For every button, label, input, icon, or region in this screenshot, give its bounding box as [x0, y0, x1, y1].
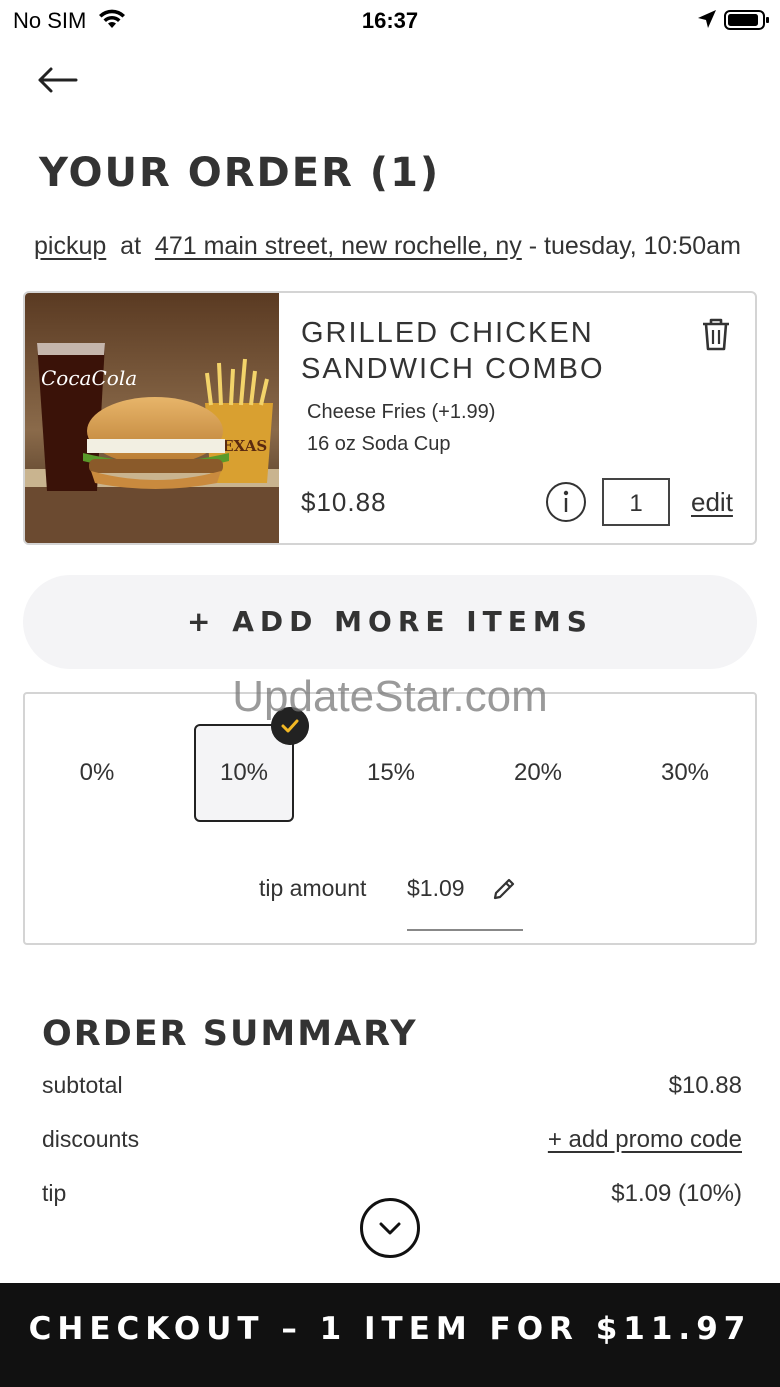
svg-text:CocaCola: CocaCola	[41, 366, 137, 390]
item-name: GRILLED CHICKEN SANDWICH COMBO	[301, 317, 605, 385]
subtotal-value: $10.88	[668, 1072, 742, 1099]
pickup-address-link[interactable]: 471 main street, new rochelle, ny	[155, 232, 522, 260]
discounts-label: discounts	[42, 1126, 140, 1152]
cart-item-card: CocaCola TEXAS GRILLED CHICKEN SANDWICH …	[23, 291, 757, 545]
tip-amount-underline	[407, 929, 523, 931]
clock: 16:37	[361, 8, 419, 33]
tip-option-20[interactable]: 20%	[488, 724, 588, 822]
pickup-info: pickup at 471 main street, new rochelle,…	[34, 232, 741, 261]
tip-label: tip	[42, 1180, 67, 1206]
subtotal-label: subtotal	[42, 1072, 123, 1098]
back-button[interactable]	[34, 62, 80, 98]
location-arrow-icon	[698, 10, 716, 28]
status-bar: No SIM 16:37	[0, 0, 780, 40]
tip-amount-input[interactable]: $1.09	[407, 875, 465, 902]
pickup-mode-link[interactable]: pickup	[34, 232, 106, 260]
info-icon[interactable]	[545, 481, 587, 523]
pencil-icon[interactable]	[491, 876, 517, 902]
pickup-time: - tuesday, 10:50am	[528, 232, 741, 260]
tip-option-30[interactable]: 30%	[635, 724, 735, 822]
add-more-items-button[interactable]: + ADD MORE ITEMS	[23, 575, 757, 669]
quantity-input[interactable]: 1	[602, 478, 670, 526]
trash-icon[interactable]	[697, 315, 735, 353]
order-summary-title: ORDER SUMMARY	[42, 1014, 418, 1054]
tip-value: $1.09 (10%)	[611, 1180, 742, 1207]
page-title: YOUR ORDER (1)	[39, 150, 441, 196]
tip-option-15[interactable]: 15%	[341, 724, 441, 822]
edit-item-link[interactable]: edit	[691, 487, 733, 518]
add-promo-code-link[interactable]: + add promo code	[548, 1126, 742, 1154]
tip-option-0[interactable]: 0%	[47, 724, 147, 822]
item-price: $10.88	[301, 487, 387, 517]
item-modifier: 16 oz Soda Cup	[307, 433, 451, 455]
item-modifier: Cheese Fries (+1.99)	[307, 401, 496, 423]
item-image: CocaCola TEXAS	[25, 293, 279, 543]
chevron-down-icon[interactable]	[360, 1198, 420, 1258]
tip-amount-label: tip amount	[259, 875, 367, 901]
checkmark-icon	[271, 707, 309, 745]
tip-selector: 0% 10% 15% 20% 30% tip amount $1.09	[23, 692, 757, 945]
battery-icon	[724, 10, 769, 30]
pickup-at-label: at	[120, 232, 142, 260]
checkout-button[interactable]: CHECKOUT – 1 ITEM FOR $11.97	[0, 1283, 780, 1387]
